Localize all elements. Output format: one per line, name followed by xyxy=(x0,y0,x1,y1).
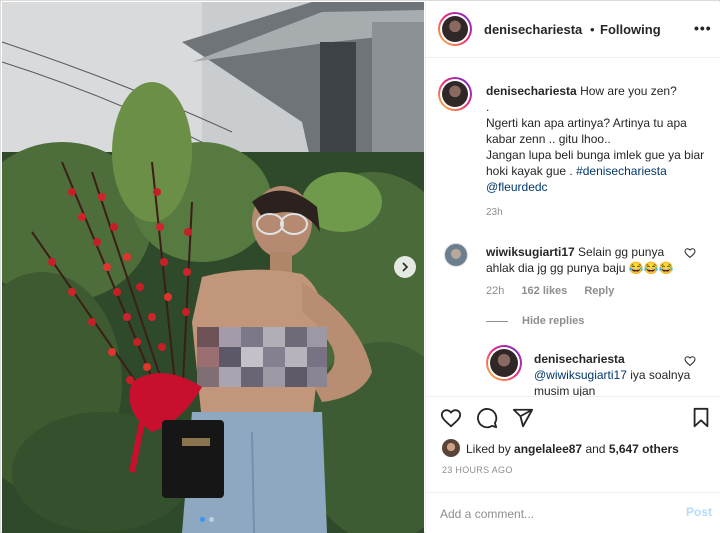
liked-by: Liked by angelalee87 and 5,647 others xyxy=(466,442,679,456)
caption-line1: How are you zen? xyxy=(580,84,677,98)
caption-avatar[interactable] xyxy=(438,77,472,111)
post-timestamp[interactable]: 23 HOURS AGO xyxy=(442,465,513,475)
reply: denisechariesta @wiwiksugiarti17 iya soa… xyxy=(534,351,694,396)
post-sidebar: denisechariesta • Following ••• denisech… xyxy=(425,2,720,533)
header-separator: • xyxy=(590,22,595,37)
carousel-dots xyxy=(200,517,214,522)
author-username[interactable]: denisechariesta xyxy=(484,22,582,37)
comment-username[interactable]: wiwiksugiarti17 xyxy=(486,245,575,259)
more-options-icon[interactable]: ••• xyxy=(694,20,712,36)
comments-list[interactable]: denisechariesta How are you zen? . Ngert… xyxy=(426,59,720,396)
photo-scene xyxy=(2,2,424,533)
caption: denisechariesta How are you zen? . Ngert… xyxy=(486,83,714,195)
add-comment-bar: Post xyxy=(426,492,720,533)
post-photo xyxy=(2,2,424,533)
share-button[interactable] xyxy=(512,407,534,432)
comment-time: 22h xyxy=(486,285,505,297)
carousel-dot-1 xyxy=(200,517,205,522)
censor-pixelation xyxy=(197,327,327,387)
caption-line3: Ngerti kan apa artinya? Artinya tu apa k… xyxy=(486,116,687,146)
heart-icon xyxy=(684,356,696,367)
post-modal: denisechariesta • Following ••• denisech… xyxy=(0,0,720,533)
liked-by-joiner: and xyxy=(585,442,606,456)
bookmark-icon xyxy=(693,407,709,428)
save-button[interactable] xyxy=(690,407,712,432)
comment-meta: 22h 162 likes Reply xyxy=(486,285,628,297)
add-comment-input[interactable] xyxy=(440,505,670,523)
post-comment-button[interactable]: Post xyxy=(686,505,712,519)
heart-icon xyxy=(684,248,696,259)
share-icon xyxy=(512,408,534,428)
post-actions: Liked by angelalee87 and 5,647 others 23… xyxy=(426,396,720,496)
caption-hashtag[interactable]: #denisechariesta xyxy=(576,164,667,178)
comment-button[interactable] xyxy=(476,407,498,432)
liked-by-user[interactable]: angelalee87 xyxy=(514,442,582,456)
carousel-next-button[interactable] xyxy=(394,256,416,278)
hide-replies-button[interactable]: Hide replies xyxy=(522,315,584,327)
liked-by-avatar[interactable] xyxy=(442,439,460,457)
like-button[interactable] xyxy=(440,407,462,432)
replies-divider xyxy=(486,321,508,322)
following-button[interactable]: Following xyxy=(600,22,661,37)
comment-reply-button[interactable]: Reply xyxy=(584,285,614,297)
comment-icon xyxy=(477,408,498,429)
post-header: denisechariesta • Following ••• xyxy=(426,2,720,58)
comment-likes[interactable]: 162 likes xyxy=(521,285,567,297)
caption-mention[interactable]: @fleurdedc xyxy=(486,180,548,194)
author-avatar[interactable] xyxy=(438,12,472,46)
chevron-right-icon xyxy=(402,262,409,272)
commenter-avatar[interactable] xyxy=(444,243,468,267)
reply-mention[interactable]: @wiwiksugiarti17 xyxy=(534,368,627,382)
heart-icon xyxy=(440,409,462,428)
reply-like-button[interactable] xyxy=(684,355,696,370)
caption-line2: . xyxy=(486,100,490,114)
comment: wiwiksugiarti17 Selain gg punya ahlak di… xyxy=(486,244,686,276)
comment-like-button[interactable] xyxy=(684,247,696,262)
liked-by-prefix: Liked by xyxy=(466,442,511,456)
reply-avatar[interactable] xyxy=(486,345,522,381)
caption-time: 23h xyxy=(486,207,503,218)
reply-username[interactable]: denisechariesta xyxy=(534,352,625,366)
carousel-dot-2 xyxy=(209,517,214,522)
liked-by-others[interactable]: 5,647 others xyxy=(609,442,679,456)
caption-username[interactable]: denisechariesta xyxy=(486,84,577,98)
